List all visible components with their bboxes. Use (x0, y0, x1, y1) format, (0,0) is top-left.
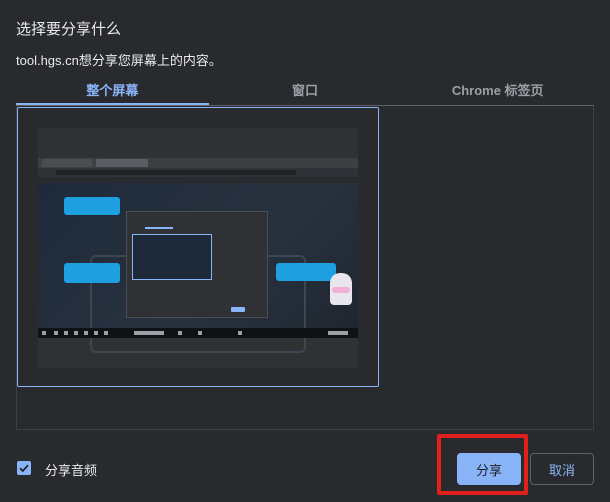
share-button[interactable]: 分享 (457, 453, 521, 485)
tab-chrome-tab[interactable]: Chrome 标签页 (401, 80, 594, 106)
share-audio-label: 分享音频 (45, 463, 98, 478)
dialog-subtitle: tool.hgs.cn想分享您屏幕上的内容。 (16, 53, 222, 68)
thumbnail-share-dialog (126, 211, 268, 318)
tab-entire-screen[interactable]: 整个屏幕 (16, 80, 209, 106)
source-tabs: 整个屏幕 窗口 Chrome 标签页 (16, 80, 594, 106)
entire-screen-source[interactable] (17, 107, 379, 387)
screen-thumbnail (38, 128, 358, 368)
tab-window[interactable]: 窗口 (209, 80, 402, 106)
checkmark-icon (19, 464, 29, 473)
dialog-title: 选择要分享什么 (16, 21, 122, 38)
thumbnail-anime-character (330, 273, 352, 305)
thumbnail-browser-window (38, 158, 358, 353)
cancel-button[interactable]: 取消 (530, 453, 594, 485)
share-audio-checkbox[interactable] (17, 461, 31, 475)
